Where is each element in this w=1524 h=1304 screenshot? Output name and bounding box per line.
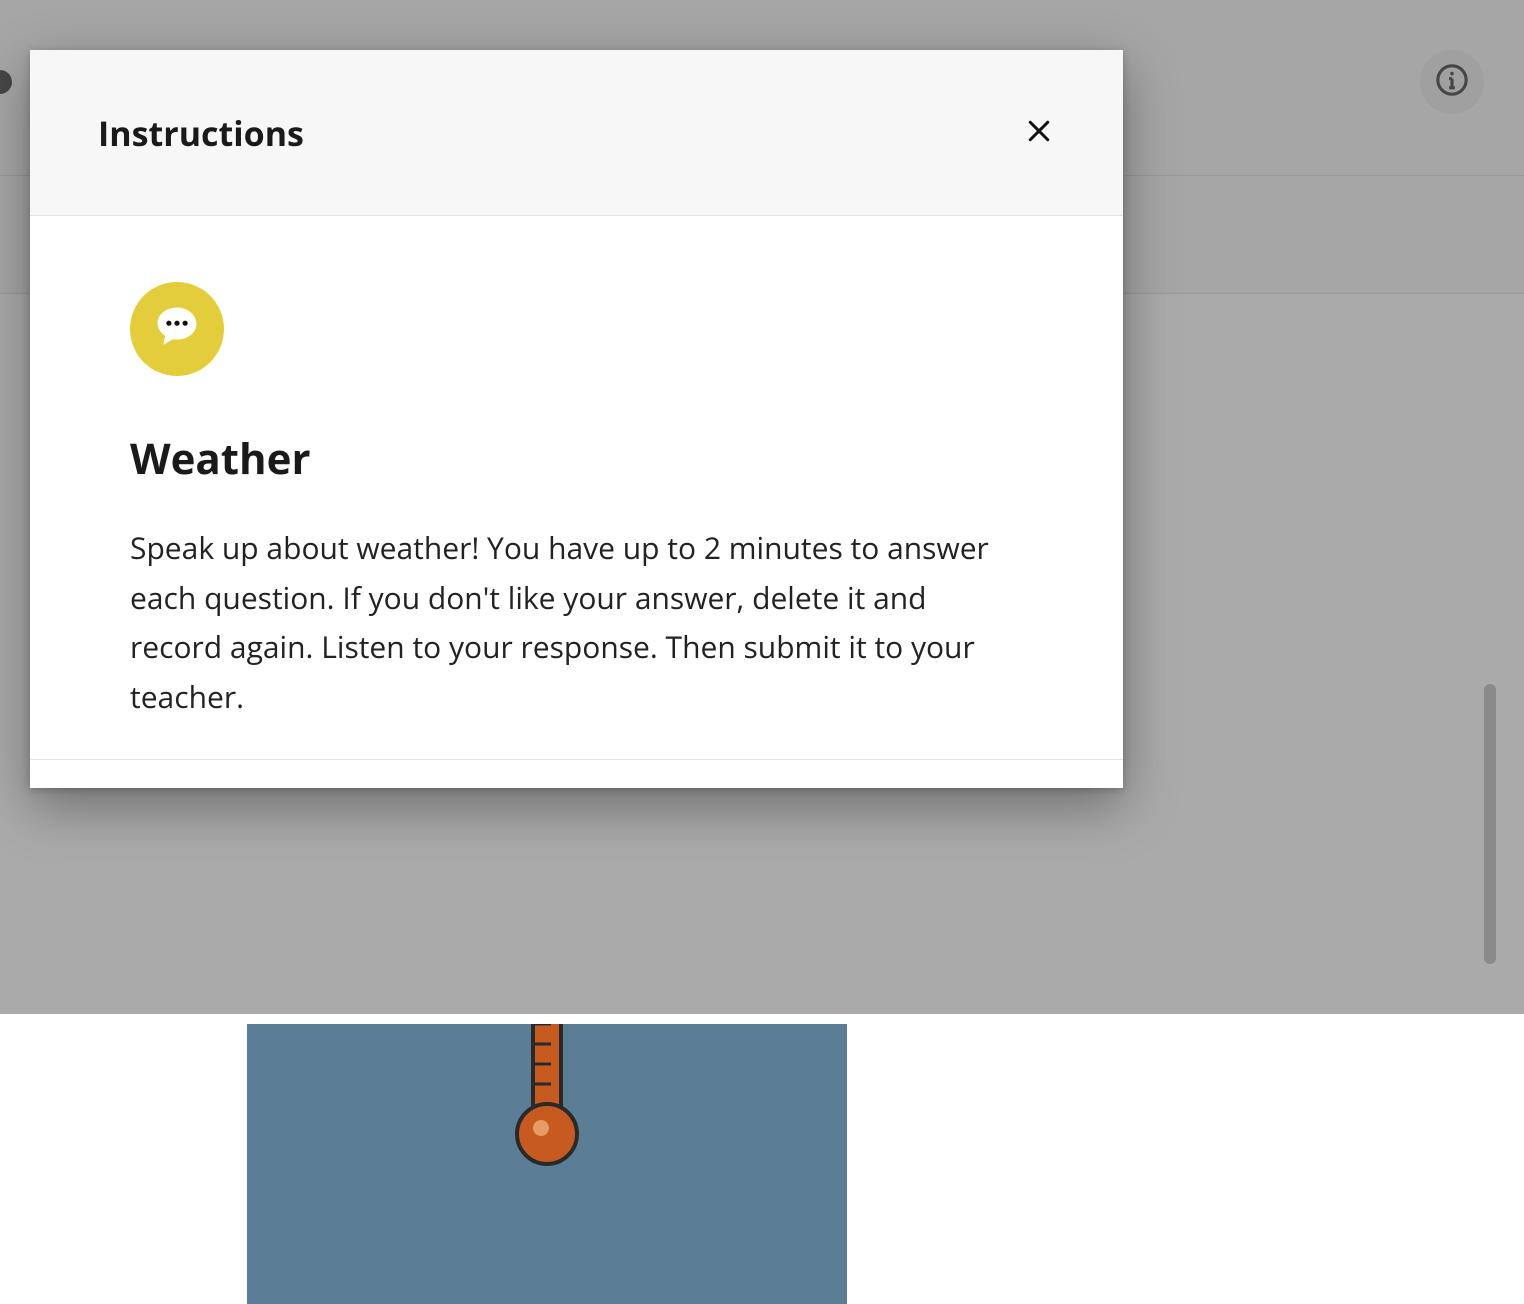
instructions-text: Speak up about weather! You have up to 2… <box>130 523 1010 721</box>
dialog-body: Weather Speak up about weather! You have… <box>30 216 1123 760</box>
dialog-footer <box>30 760 1123 788</box>
close-button[interactable] <box>1015 109 1063 157</box>
speech-bubble-icon <box>151 301 203 358</box>
instructions-heading: Weather <box>130 430 1023 487</box>
close-icon <box>1024 116 1054 149</box>
dialog-title: Instructions <box>98 110 304 156</box>
activity-type-badge <box>130 282 224 376</box>
dialog-header: Instructions <box>30 50 1123 216</box>
weather-illustration <box>247 1024 847 1304</box>
thermometer-icon <box>487 1024 607 1289</box>
instructions-dialog: Instructions Weather Speak up about <box>30 50 1123 788</box>
